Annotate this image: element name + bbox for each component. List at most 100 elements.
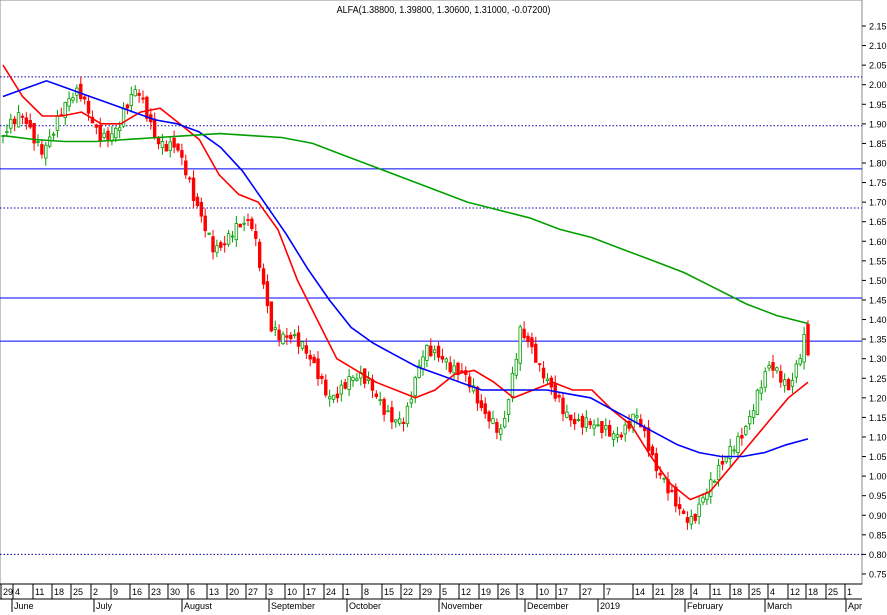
candle-down [320, 375, 324, 379]
candle-down [308, 354, 312, 360]
candle-down [156, 137, 161, 145]
candle-up [71, 97, 75, 101]
candle-down [382, 398, 386, 415]
chart-title: ALFA(1.38800, 1.39800, 1.30600, 1.31000,… [336, 5, 551, 16]
y-tick-label: 1.40 [869, 315, 887, 325]
candle-up [491, 418, 495, 424]
x-day-label: 25 [73, 587, 83, 597]
candle-up [117, 127, 122, 131]
candle-down [771, 362, 775, 371]
candle-up [736, 436, 740, 453]
candle-down [541, 367, 546, 379]
candle-up [44, 144, 48, 159]
x-day-label: 18 [808, 587, 818, 597]
candle-up [502, 418, 507, 428]
candle-down [786, 379, 791, 391]
candle-up [273, 327, 277, 330]
candle-down [720, 461, 725, 465]
x-day-label: 25 [828, 587, 838, 597]
candle-up [9, 118, 13, 129]
candle-up [413, 377, 417, 397]
candle-down [619, 434, 624, 438]
candle-up [611, 433, 616, 440]
candle-down [534, 343, 538, 363]
x-day-label: 17 [558, 587, 568, 597]
candle-up [16, 112, 21, 128]
x-month-label: June [14, 601, 34, 611]
candle-down [176, 143, 180, 151]
candle-up [386, 410, 390, 413]
candle-up [763, 371, 767, 388]
y-tick-label: 1.60 [869, 237, 887, 247]
candle-up [347, 376, 351, 390]
candle-up [802, 334, 806, 363]
candle-up [499, 428, 503, 435]
x-day-label: 3 [268, 587, 273, 597]
candle-down [343, 382, 347, 389]
x-month-label: 2019 [600, 601, 620, 611]
x-day-label: 13 [209, 587, 219, 597]
candle-down [569, 414, 573, 421]
x-day-label: 9 [113, 587, 118, 597]
candle-up [67, 98, 71, 107]
candle-up [421, 356, 425, 370]
candle-up [242, 222, 246, 225]
candle-down [12, 118, 17, 125]
y-tick-label: 1.50 [869, 276, 887, 286]
chart-window: 2.15 2.10 2.05 2.00 1.95 1.90 1.85 1.80 1.75 1.70… [0, 0, 887, 615]
x-day-label: 20 [229, 587, 239, 597]
candle-up [133, 89, 137, 97]
candle-up [635, 415, 639, 418]
candle-down [429, 345, 433, 357]
candle-down [238, 223, 242, 228]
candle-up [394, 419, 398, 423]
x-day-label: 29 [3, 587, 13, 597]
candle-up [510, 373, 515, 398]
candle-up [506, 399, 511, 415]
candle-down [537, 363, 542, 366]
x-day-label: 2 [93, 587, 98, 597]
candle-down [86, 100, 91, 114]
candle-down [304, 345, 309, 354]
x-month-label: February [687, 601, 724, 611]
y-tick-label: 1.55 [869, 256, 887, 266]
candle-down [674, 486, 678, 507]
price-chart[interactable]: 2.15 2.10 2.05 2.00 1.95 1.90 1.85 1.80 1.75 1.70… [0, 0, 887, 615]
x-day-label: 4 [693, 587, 698, 597]
x-day-label: 18 [732, 587, 742, 597]
candle-down [269, 301, 274, 332]
y-tick-label: 2.10 [869, 41, 887, 51]
candle-up [732, 449, 736, 452]
candle-up [55, 115, 60, 131]
candle-down [187, 177, 192, 180]
candle-down [82, 96, 87, 100]
candle-down [324, 379, 328, 396]
y-tick-label: 1.70 [869, 198, 887, 208]
candle-up [355, 378, 359, 381]
candle-down [580, 415, 585, 428]
y-tick-label: 1.45 [869, 295, 887, 305]
candle-down [557, 395, 561, 398]
y-tick-label: 1.85 [869, 139, 887, 149]
candle-down [28, 120, 32, 128]
y-tick-label: 1.15 [869, 413, 887, 423]
candle-down [164, 144, 169, 152]
moving-average-line [2, 132, 809, 325]
candle-down [335, 393, 340, 399]
candle-up [207, 232, 211, 235]
candle-down [184, 160, 188, 176]
candle-up [751, 410, 756, 418]
candle-down [806, 323, 810, 356]
candle-down [600, 421, 604, 433]
x-day-label: 16 [132, 587, 142, 597]
candle-up [775, 367, 779, 372]
y-tick-label: 1.75 [869, 178, 887, 188]
candle-down [312, 356, 316, 364]
y-tick-label: 0.90 [869, 511, 887, 521]
candle-down [316, 358, 320, 380]
candle-up [327, 396, 332, 400]
candle-up [716, 464, 721, 481]
candle-up [724, 456, 729, 463]
x-day-label: 28 [674, 587, 684, 597]
candle-down [125, 104, 130, 109]
